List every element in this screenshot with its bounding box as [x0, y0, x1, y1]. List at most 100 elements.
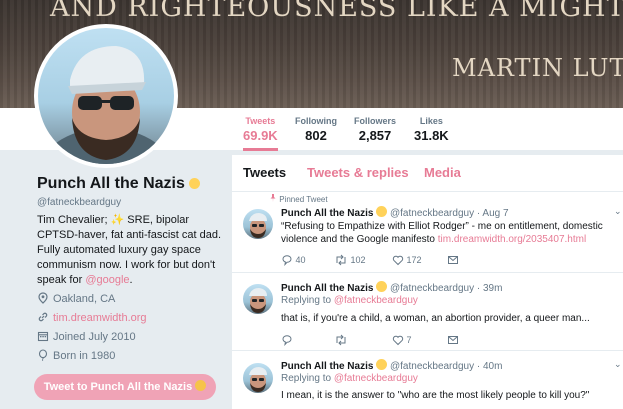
- retweet-action[interactable]: [334, 334, 348, 346]
- stat-following[interactable]: Following 802: [295, 116, 337, 143]
- timeline: Tweets Tweets & replies Media Pinned Twe…: [232, 155, 623, 409]
- tweet-handle-time[interactable]: @fatneckbeardguy · 39m: [390, 283, 502, 294]
- message-action[interactable]: [447, 334, 459, 346]
- tweet-item[interactable]: Punch All the Nazis @fatneckbeardguy · 4…: [232, 351, 623, 409]
- stat-likes-value: 31.8K: [414, 128, 449, 143]
- born-text: Born in 1980: [53, 350, 116, 362]
- stat-following-label: Following: [295, 116, 337, 126]
- retweet-count: 102: [350, 255, 366, 265]
- profile-website[interactable]: tim.dreamwidth.org: [37, 311, 147, 324]
- tweet-to-button[interactable]: Tweet to Punch All the Nazis: [34, 374, 216, 400]
- profile-sidebar: Punch All the Nazis @fatneckbeardguy Tim…: [0, 151, 232, 409]
- tweet-avatar-image: [249, 213, 267, 238]
- profile-handle[interactable]: @fatneckbeardguy: [37, 197, 121, 208]
- tweet-item[interactable]: Punch All the Nazis @fatneckbeardguy · 3…: [232, 273, 623, 351]
- stat-followers[interactable]: Followers 2,857: [354, 116, 396, 143]
- fist-emoji-icon: [376, 206, 388, 217]
- heart-icon: [392, 255, 404, 266]
- stat-tweets[interactable]: Tweets 69.9K: [243, 116, 278, 151]
- website-link[interactable]: tim.dreamwidth.org: [53, 312, 147, 324]
- tweet-text: “Refusing to Empathize with Elliot Rodge…: [281, 220, 616, 246]
- tweet-avatar-image: [249, 288, 267, 313]
- pinned-label: Pinned Tweet: [269, 194, 328, 204]
- profile-name: Punch All the Nazis: [37, 175, 201, 193]
- like-count: 172: [406, 255, 422, 265]
- avatar-photo: [38, 28, 174, 164]
- pinned-text: Pinned Tweet: [279, 195, 328, 204]
- replying-to-label: Replying to: [281, 373, 332, 384]
- joined-text: Joined July 2010: [53, 331, 136, 343]
- fist-emoji-icon: [376, 359, 388, 370]
- location-pin-icon: [38, 292, 48, 304]
- banner-text-line2: MARTIN LUT: [452, 54, 623, 82]
- tab-media[interactable]: Media: [424, 165, 461, 180]
- profile-bio: Tim Chevalier; ✨ SRE, bipolar CPTSD-have…: [37, 213, 227, 288]
- stat-tweets-value: 69.9K: [243, 128, 278, 143]
- fist-emoji-icon: [195, 380, 207, 391]
- reply-icon: [282, 335, 292, 347]
- chevron-down-icon[interactable]: ⌄: [614, 359, 622, 370]
- banner-text-line1: AND RIGHTEOUSNESS LIKE A MIGHTY ST: [50, 0, 623, 23]
- tweet-header: Punch All the Nazis @fatneckbeardguy · 3…: [281, 281, 502, 294]
- replying-to-handle[interactable]: @fatneckbeardguy: [334, 373, 418, 384]
- bio-google-link[interactable]: @google: [85, 274, 129, 286]
- stat-likes-label: Likes: [419, 116, 443, 126]
- envelope-icon: [448, 336, 458, 344]
- stat-likes[interactable]: Likes 31.8K: [414, 116, 449, 143]
- tweet-avatar[interactable]: [243, 284, 273, 314]
- tweet-handle-time[interactable]: @fatneckbeardguy · Aug 7: [390, 208, 509, 219]
- fist-emoji-icon: [189, 178, 201, 189]
- reply-count: 40: [295, 255, 306, 265]
- tab-tweets[interactable]: Tweets: [243, 165, 286, 180]
- stat-followers-label: Followers: [354, 116, 397, 126]
- replying-to: Replying to @fatneckbeardguy: [281, 373, 418, 384]
- stat-followers-value: 2,857: [358, 128, 392, 143]
- stat-tweets-label: Tweets: [245, 116, 276, 126]
- tweet-handle-time[interactable]: @fatneckbeardguy · 40m: [390, 361, 502, 372]
- profile-name-text: Punch All the Nazis: [37, 175, 185, 192]
- location-text: Oakland, CA: [53, 293, 116, 305]
- chevron-down-icon[interactable]: ⌄: [614, 206, 622, 217]
- profile-born: Born in 1980: [37, 349, 115, 362]
- envelope-icon: [448, 256, 458, 264]
- like-action[interactable]: 7: [392, 334, 412, 346]
- balloon-icon: [38, 349, 48, 361]
- reply-action[interactable]: 40: [281, 254, 306, 267]
- tweet-to-label: Tweet to Punch All the Nazis: [43, 381, 193, 393]
- link-icon: [38, 312, 48, 322]
- tweet-author-name[interactable]: Punch All the Nazis: [281, 208, 373, 219]
- tweet-header: Punch All the Nazis @fatneckbeardguy · 4…: [281, 359, 502, 372]
- tweet-avatar[interactable]: [243, 363, 273, 393]
- reply-icon: [282, 255, 292, 267]
- message-action[interactable]: [447, 254, 459, 266]
- retweet-icon: [336, 254, 346, 266]
- profile-avatar[interactable]: [34, 24, 178, 168]
- like-count: 7: [406, 335, 412, 345]
- timeline-tabs: Tweets Tweets & replies Media: [232, 155, 623, 192]
- stat-following-value: 802: [305, 128, 327, 143]
- retweet-action[interactable]: 102: [334, 254, 366, 266]
- like-action[interactable]: 172: [392, 254, 422, 266]
- profile-page: AND RIGHTEOUSNESS LIKE A MIGHTY ST MARTI…: [0, 0, 623, 409]
- reply-action[interactable]: [281, 334, 293, 347]
- avatar-illustration: [38, 46, 174, 164]
- replying-to-handle[interactable]: @fatneckbeardguy: [334, 295, 418, 306]
- tweet-avatar[interactable]: [243, 209, 273, 239]
- tab-tweets-and-replies[interactable]: Tweets & replies: [307, 165, 409, 180]
- profile-location: Oakland, CA: [37, 292, 115, 305]
- bio-end: .: [129, 274, 133, 286]
- fist-emoji-icon: [376, 281, 388, 292]
- replying-to-label: Replying to: [281, 295, 332, 306]
- tweet-header: Punch All the Nazis @fatneckbeardguy · A…: [281, 206, 509, 219]
- tweet-author-name[interactable]: Punch All the Nazis: [281, 361, 373, 372]
- tweet-item[interactable]: Pinned Tweet Punch All the Nazis @fatnec…: [232, 192, 623, 273]
- heart-icon: [392, 335, 404, 346]
- tweet-link[interactable]: tim.dreamwidth.org/2035407.html: [438, 234, 586, 245]
- tweet-text: I mean, it is the answer to "who are the…: [281, 390, 590, 401]
- tweet-avatar-image: [249, 367, 267, 392]
- retweet-icon: [336, 334, 346, 346]
- calendar-icon: [37, 331, 49, 342]
- tweet-author-name[interactable]: Punch All the Nazis: [281, 283, 373, 294]
- profile-joined: Joined July 2010: [37, 330, 136, 343]
- pin-icon: [270, 194, 276, 202]
